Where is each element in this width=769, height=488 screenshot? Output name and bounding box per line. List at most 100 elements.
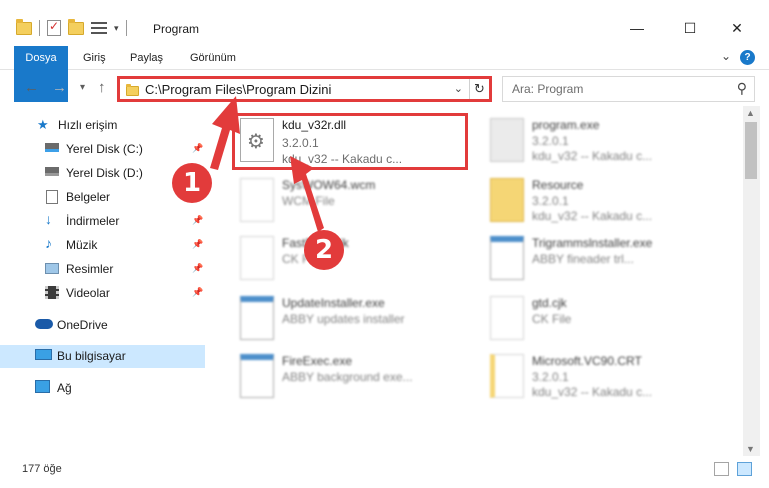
app-window-icon — [490, 236, 524, 280]
file-description: kdu_v32 -- Kakadu c... — [532, 149, 653, 163]
folder-icon — [126, 84, 139, 96]
file-item[interactable]: Resource 3.2.0.1 kdu_v32 -- Kakadu c... — [482, 172, 707, 228]
document-icon — [490, 296, 524, 340]
properties-check-icon[interactable] — [47, 19, 61, 36]
file-description: ABBY fineader trl... — [532, 252, 634, 266]
large-icons-view-icon[interactable] — [737, 462, 752, 476]
folder-icon — [490, 178, 524, 222]
address-path[interactable]: C:\Program Files\Program Dizini — [145, 82, 331, 97]
maximize-button[interactable]: ☐ — [680, 20, 700, 37]
file-version: 3.2.0.1 — [532, 194, 569, 208]
network-icon — [35, 380, 50, 393]
details-view-icon[interactable] — [714, 462, 729, 476]
pin-icon[interactable]: 📌 — [192, 287, 203, 298]
document-icon — [240, 178, 274, 222]
pin-icon[interactable]: 📌 — [192, 215, 203, 226]
manifest-icon — [490, 354, 524, 398]
sidebar-item-pictures[interactable]: Resimler 📌 — [0, 258, 205, 281]
sidebar-item-network[interactable]: Ağ — [0, 377, 205, 400]
file-version: 3.2.0.1 — [532, 134, 569, 148]
sidebar-item-videos[interactable]: Videolar 📌 — [0, 282, 205, 305]
search-placeholder[interactable]: Ara: Program — [512, 82, 583, 96]
minimize-button[interactable]: — — [627, 20, 647, 36]
computer-icon — [35, 349, 52, 360]
new-folder-icon[interactable] — [68, 18, 84, 35]
file-name: gtd.cjk — [532, 296, 567, 310]
exe-icon — [490, 118, 524, 162]
sidebar-item-label: Videolar — [66, 286, 110, 300]
tab-home[interactable]: Giriş — [83, 46, 106, 70]
scrollbar-thumb[interactable] — [745, 122, 757, 179]
sidebar-item-label: Yerel Disk (C:) — [66, 142, 143, 156]
sidebar-item-label: Müzik — [66, 238, 98, 252]
document-icon — [240, 236, 274, 280]
expand-ribbon-chevron-icon[interactable]: ⌄ — [721, 49, 731, 63]
customize-toolbar-chevron-icon[interactable]: ▾ — [114, 23, 119, 34]
scroll-down-arrow-icon[interactable]: ▼ — [746, 444, 755, 454]
navigation-bar: ← → ▾ ↑ C:\Program Files\Program Dizini … — [0, 70, 769, 106]
file-item[interactable]: UpdateInstaller.exe ABBY updates install… — [232, 290, 457, 346]
help-icon[interactable]: ? — [740, 50, 755, 65]
sidebar-item-label: OneDrive — [57, 318, 108, 332]
back-button[interactable]: ← — [24, 79, 39, 96]
recent-locations-button[interactable]: ▾ — [80, 82, 85, 93]
file-name: FireExec.exe — [282, 354, 353, 368]
pin-icon[interactable]: 📌 — [192, 143, 203, 154]
download-icon: ↓ — [45, 211, 52, 227]
vertical-scrollbar[interactable]: ▲ ▼ — [743, 106, 760, 456]
file-item[interactable]: FastFiles.cjk CK File — [232, 230, 457, 286]
videos-icon — [45, 286, 59, 299]
file-name: UpdateInstaller.exe — [282, 296, 385, 310]
file-name: SysWOW64.wcm — [282, 178, 376, 192]
file-name: Trigrammslnstaller.exe — [532, 236, 653, 250]
sidebar-item-disk-c[interactable]: Yerel Disk (C:) 📌 — [0, 138, 205, 161]
file-item[interactable]: FireExec.exe ABBY background exe... — [232, 348, 457, 404]
close-button[interactable]: ✕ — [727, 20, 747, 37]
search-icon[interactable]: ⚲ — [737, 80, 747, 97]
drive-icon — [45, 167, 59, 176]
list-properties-icon[interactable] — [91, 21, 107, 35]
file-type: CK File — [532, 312, 572, 326]
sidebar-item-onedrive[interactable]: OneDrive — [0, 314, 205, 337]
sidebar-item-label: Bu bilgisayar — [57, 349, 126, 363]
pin-icon[interactable]: 📌 — [192, 239, 203, 250]
sidebar-item-label: Ağ — [57, 381, 72, 395]
file-version: 3.2.0.1 — [532, 370, 569, 384]
address-bar[interactable]: C:\Program Files\Program Dizini ⌄ ↻ — [117, 76, 492, 102]
file-item[interactable]: gtd.cjk CK File — [482, 290, 707, 346]
documents-icon — [46, 190, 58, 204]
sidebar-item-this-pc[interactable]: Bu bilgisayar — [0, 345, 205, 368]
file-item[interactable]: Microsoft.VC90.CRT 3.2.0.1 kdu_v32 -- Ka… — [482, 348, 707, 404]
file-name: Resource — [532, 178, 584, 192]
folder-icon[interactable] — [16, 18, 32, 35]
file-item[interactable]: program.exe 3.2.0.1 kdu_v32 -- Kakadu c.… — [482, 112, 707, 168]
callout-2: 2 — [304, 230, 344, 270]
pin-icon[interactable]: 📌 — [192, 263, 203, 274]
sidebar-item-label: Hızlı erişim — [58, 118, 118, 132]
toolbar-separator — [125, 20, 127, 36]
up-button[interactable]: ↑ — [98, 79, 106, 96]
tab-view[interactable]: Görünüm — [190, 46, 236, 70]
sidebar-item-music[interactable]: ♪ Müzik 📌 — [0, 234, 205, 257]
file-description: kdu_v32 -- Kakadu c... — [532, 385, 653, 399]
window-title: Program — [153, 22, 200, 36]
sidebar-item-downloads[interactable]: ↓ İndirmeler 📌 — [0, 210, 205, 233]
star-icon: ★ — [37, 117, 49, 132]
scroll-up-arrow-icon[interactable]: ▲ — [746, 108, 755, 118]
forward-button[interactable]: → — [52, 79, 67, 96]
file-item[interactable]: Trigrammslnstaller.exe ABBY fineader trl… — [482, 230, 707, 286]
sidebar-item-label: Resimler — [66, 262, 114, 276]
toolbar-separator — [39, 20, 40, 36]
search-box[interactable]: Ara: Program ⚲ — [502, 76, 755, 102]
callout-1: 1 — [172, 163, 212, 203]
item-count: 177 öğe — [22, 463, 62, 475]
sidebar-item-label: İndirmeler — [66, 214, 120, 228]
status-bar: 177 öğe — [0, 456, 769, 488]
file-item[interactable]: SysWOW64.wcm WCM File — [232, 172, 457, 228]
file-name: program.exe — [532, 118, 600, 132]
tab-share[interactable]: Paylaş — [130, 46, 163, 70]
title-bar: ▾ Program — ☐ ✕ — [0, 0, 769, 46]
refresh-button[interactable]: ↻ — [469, 79, 489, 99]
sidebar-item-quick-access[interactable]: ★ Hızlı erişim — [0, 114, 205, 137]
address-history-chevron-icon[interactable]: ⌄ — [454, 82, 463, 95]
